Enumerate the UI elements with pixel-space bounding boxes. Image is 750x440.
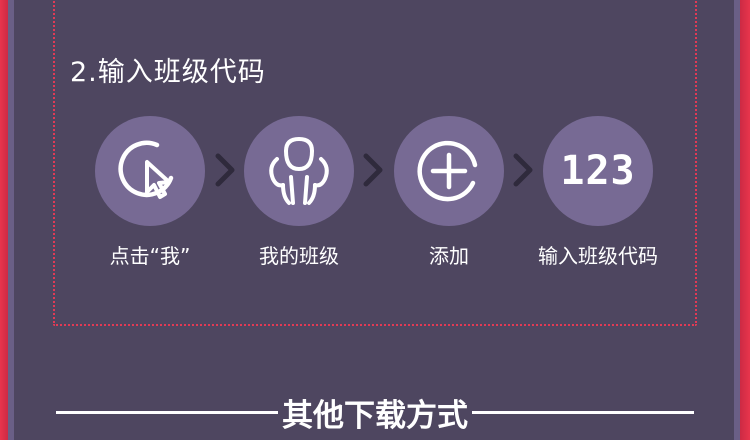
- plus-circle-icon: [417, 140, 478, 202]
- chevron-right-icon: [363, 153, 383, 187]
- step-tap-me: [95, 116, 205, 226]
- divider-right: [472, 411, 694, 414]
- cursor-click-icon: [118, 140, 174, 199]
- step-label-tap-me: 点击“我”: [109, 244, 191, 268]
- step-circle: 123: [543, 116, 653, 226]
- step-my-class: [244, 116, 354, 226]
- step-circle: [244, 116, 354, 226]
- divider-left: [56, 411, 278, 414]
- number-icon: 123: [560, 148, 636, 194]
- people-icon: [269, 136, 329, 205]
- left-red-border: [0, 0, 8, 440]
- section-title: 2.输入班级代码: [70, 57, 266, 88]
- step-label-my-class: 我的班级: [259, 244, 339, 268]
- chevron-right-icon: [513, 153, 533, 187]
- other-download-title: 其他下载方式: [282, 398, 468, 434]
- right-red-border: [740, 0, 750, 440]
- step-circle: [95, 116, 205, 226]
- step-add: [394, 116, 504, 226]
- step-label-enter-code: 输入班级代码: [538, 244, 658, 268]
- step-label-add: 添加: [429, 244, 469, 268]
- chevron-right-icon: [215, 153, 235, 187]
- other-download-heading: 其他下载方式: [0, 390, 750, 435]
- step-circle: [394, 116, 504, 226]
- step-enter-code: 123: [543, 116, 653, 226]
